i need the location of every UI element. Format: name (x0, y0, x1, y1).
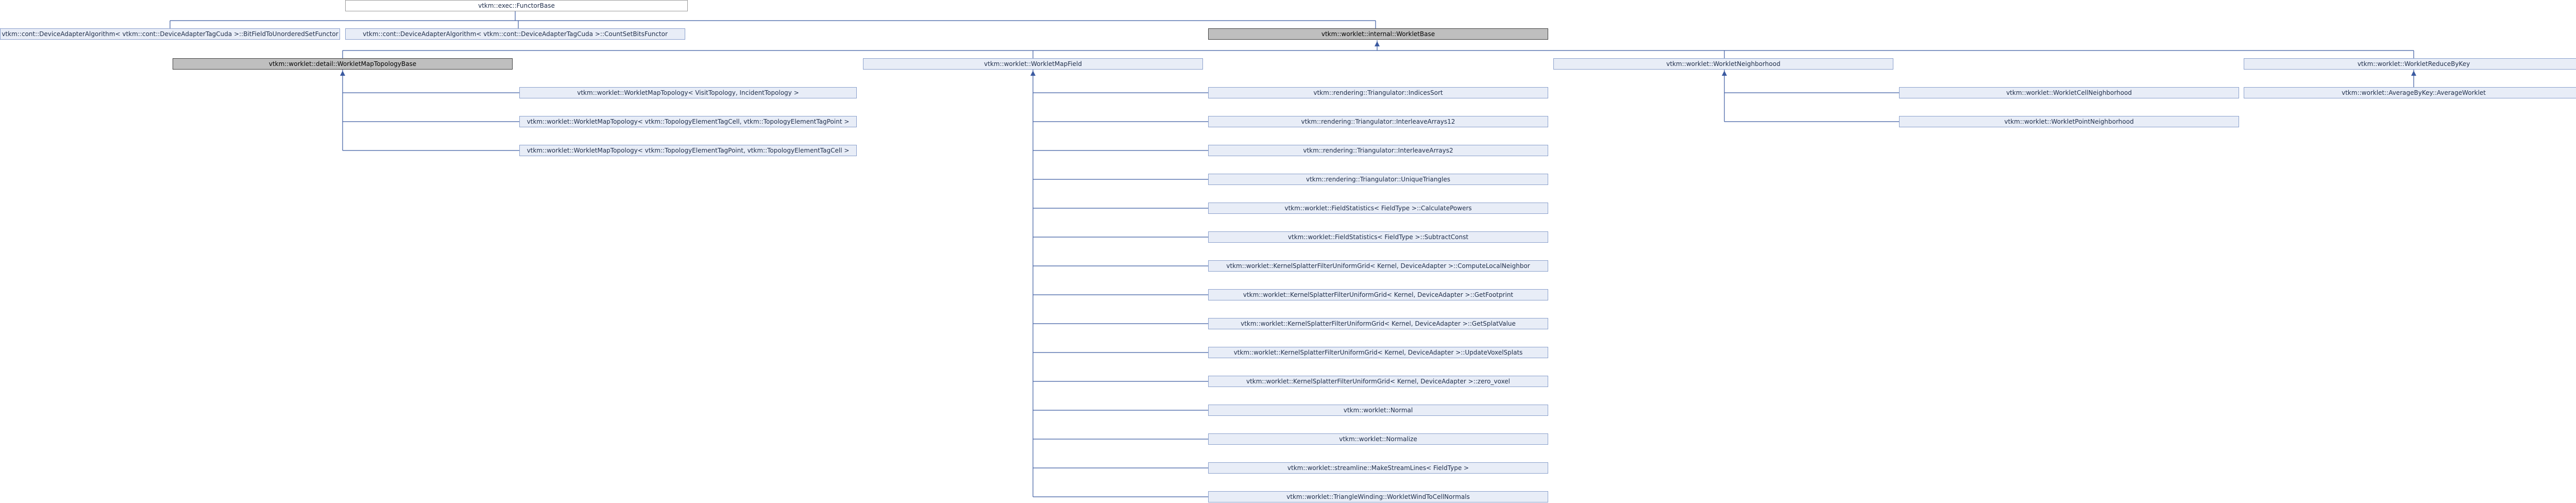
arrow-topobase (340, 71, 345, 76)
arrow-neighborhood (1722, 71, 1727, 76)
node-average-worklet[interactable]: vtkm::worklet::AverageByKey::AverageWork… (2244, 87, 2576, 98)
node-worklet-map-topology-base[interactable]: vtkm::worklet::detail::WorkletMapTopolog… (173, 58, 513, 70)
node-subtract-const[interactable]: vtkm::worklet::FieldStatistics< FieldTyp… (1208, 231, 1548, 243)
node-wmt-point-cell[interactable]: vtkm::worklet::WorkletMapTopology< vtkm:… (519, 145, 857, 156)
inheritance-diagram: vtkm::exec::FunctorBase vtkm::cont::Devi… (0, 0, 2576, 503)
node-interleave-arrays2[interactable]: vtkm::rendering::Triangulator::Interleav… (1208, 145, 1548, 156)
arrow-mapfield (1030, 71, 1036, 76)
node-wind-to-cell-normals[interactable]: vtkm::worklet::TriangleWinding::WorkletW… (1208, 491, 1548, 502)
node-get-footprint[interactable]: vtkm::worklet::KernelSplatterFilterUnifo… (1208, 289, 1548, 300)
edge-mapfield-children (1032, 70, 1208, 497)
node-normal[interactable]: vtkm::worklet::Normal (1208, 405, 1548, 416)
edge-neighborhood-children (1724, 70, 1899, 122)
node-make-stream-lines[interactable]: vtkm::worklet::streamline::MakeStreamLin… (1208, 462, 1548, 474)
node-wmt-visit-incident[interactable]: vtkm::worklet::WorkletMapTopology< Visit… (519, 87, 857, 98)
node-interleave-arrays12[interactable]: vtkm::rendering::Triangulator::Interleav… (1208, 116, 1548, 127)
arrow-workletbase (1375, 41, 1380, 46)
node-wmt-cell-point[interactable]: vtkm::worklet::WorkletMapTopology< vtkm:… (519, 116, 857, 127)
node-worklet-point-neighborhood[interactable]: vtkm::worklet::WorkletPointNeighborhood (1899, 116, 2239, 127)
node-worklet-neighborhood[interactable]: vtkm::worklet::WorkletNeighborhood (1553, 58, 1893, 70)
node-indices-sort[interactable]: vtkm::rendering::Triangulator::IndicesSo… (1208, 87, 1548, 98)
edge-workletbase-children (342, 40, 2414, 58)
node-calculate-powers[interactable]: vtkm::worklet::FieldStatistics< FieldTyp… (1208, 203, 1548, 214)
inheritance-edges (170, 5, 2416, 497)
node-worklet-reduce-by-key[interactable]: vtkm::worklet::WorkletReduceByKey (2244, 58, 2576, 70)
node-normalize[interactable]: vtkm::worklet::Normalize (1208, 433, 1548, 445)
node-unique-triangles[interactable]: vtkm::rendering::Triangulator::UniqueTri… (1208, 174, 1548, 185)
node-update-voxel-splats[interactable]: vtkm::worklet::KernelSplatterFilterUnifo… (1208, 347, 1548, 358)
node-bitfield-functor[interactable]: vtkm::cont::DeviceAdapterAlgorithm< vtkm… (0, 28, 340, 40)
node-zero-voxel[interactable]: vtkm::worklet::KernelSplatterFilterUnifo… (1208, 376, 1548, 387)
node-functorbase[interactable]: vtkm::exec::FunctorBase (345, 0, 688, 11)
edge-topobase-children (342, 70, 519, 151)
arrow-reducebykey (2411, 71, 2416, 76)
node-compute-local-neighbor[interactable]: vtkm::worklet::KernelSplatterFilterUnifo… (1208, 260, 1548, 272)
node-worklet-cell-neighborhood[interactable]: vtkm::worklet::WorkletCellNeighborhood (1899, 87, 2239, 98)
node-worklet-base[interactable]: vtkm::worklet::internal::WorkletBase (1208, 28, 1548, 40)
node-get-splat-value[interactable]: vtkm::worklet::KernelSplatterFilterUnifo… (1208, 318, 1548, 329)
node-countsetbits-functor[interactable]: vtkm::cont::DeviceAdapterAlgorithm< vtkm… (345, 28, 685, 40)
node-worklet-map-field[interactable]: vtkm::worklet::WorkletMapField (863, 58, 1203, 70)
